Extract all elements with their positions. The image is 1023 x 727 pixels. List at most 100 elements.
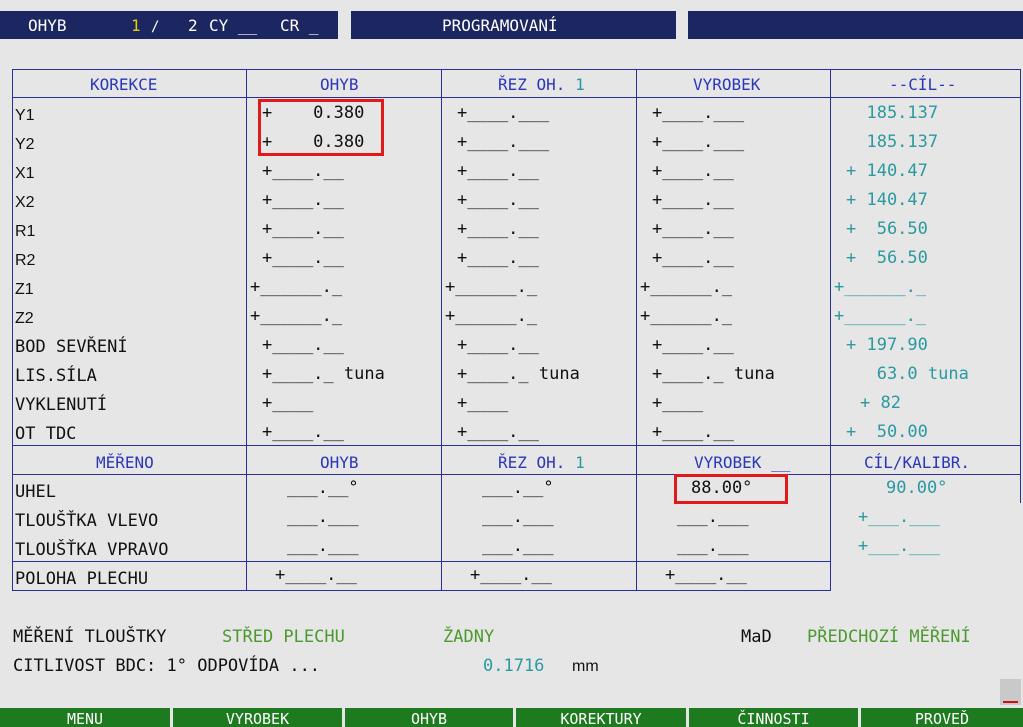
softkey-menu[interactable]: MENU [0,708,170,727]
header-ohyb: OHYB [320,75,359,94]
rez-lis-field[interactable]: +____._ tuna [457,364,580,384]
header-vyrobek: VYROBEK [693,75,761,94]
row-label-vyklenuti: VYKLENUTÍ [15,395,108,415]
grid-line [12,69,13,591]
cil-vyklenuti-value: + 82 [860,393,901,413]
header-mereno-rez: ŘEZ OH. 1 [498,453,585,472]
ohyb-z2-field[interactable]: +______._ [250,306,342,326]
status-bar: OHYB 1 / 2 CY __ CR _ [0,11,338,39]
mereno-vlevo-cil[interactable]: +___.___ [858,507,940,527]
row-label-z2: Z2 [15,310,34,327]
mereno-vpravo-rez[interactable]: ___.___ [482,536,554,556]
row-label-x1: X1 [15,165,35,182]
rez-ottdc-field[interactable]: +____.__ [457,422,539,442]
mereno-vlevo-ohyb[interactable]: ___.___ [287,507,359,527]
cil-z2-value[interactable]: +______._ [834,306,926,326]
ohyb-x1-field[interactable]: +____.__ [262,161,344,181]
grid-line [12,561,831,562]
grid-line [12,590,831,591]
ohyb-x2-field[interactable]: +____.__ [262,190,344,210]
cil-lis-text: 63.0 tuna [846,364,969,384]
row-label-bod-sevreni: BOD SEVŘENÍ [15,337,128,357]
grid-line [1020,69,1021,503]
rez-y2-field[interactable]: +____.___ [457,132,549,152]
rez-bod-field[interactable]: +____.__ [457,335,539,355]
row-label-tloustka-vlevo: TLOUŠŤKA VLEVO [15,511,159,531]
ohyb-z1-field[interactable]: +______._ [250,277,342,297]
zadny-option[interactable]: ŽADNY [443,627,494,647]
ohyb-vyklenuti-field[interactable]: +____ [262,393,313,413]
highlight-uhel-vyrobek [674,474,788,504]
cil-y2-value: 185.137 [846,132,939,152]
mereno-poloha-ohyb[interactable]: +____.__ [275,565,357,585]
cil-x2-value: + 140.47 [846,190,928,210]
mereno-poloha-vyrobek[interactable]: +____.__ [665,565,747,585]
grid-line [246,69,247,591]
rez-z1-field[interactable]: +______._ [445,277,537,297]
row-label-x2: X2 [15,194,35,211]
cil-lis-value: 63.0 tuna [846,364,969,384]
rez-z2-field[interactable]: +______._ [445,306,537,326]
citlivost-label: CITLIVOST BDC: 1° ODPOVÍDA ... [13,656,321,676]
vyrobek-lis-field[interactable]: +____._ tuna [652,364,775,384]
mereno-vlevo-vyrobek[interactable]: ___.___ [677,507,749,527]
mereno-vpravo-cil[interactable]: +___.___ [858,536,940,556]
softkey-korektury[interactable]: KOREKTURY [516,708,686,727]
rez-x2-field[interactable]: +____.__ [457,190,539,210]
header-mereno-vyrobek: VYROBEK __ [694,453,791,472]
grid-line [12,445,1021,446]
softkey-cinnosti[interactable]: ČINNOSTI [689,708,858,727]
softkey-proved[interactable]: PROVEĎ [861,708,1023,727]
row-label-y1: Y1 [15,107,35,124]
rez-y1-field[interactable]: +____.___ [457,103,549,123]
ohyb-lis-field[interactable]: +____._ tuna [262,364,385,384]
mad-label: MaD [741,627,772,647]
header-mereno-rez-label: ŘEZ OH. [498,453,566,472]
mereno-uhel-ohyb[interactable]: ___.__° [287,478,359,498]
mereno-vlevo-rez[interactable]: ___.___ [482,507,554,527]
mereni-tloustky-label: MĚŘENÍ TLOUŠTKY [13,627,167,647]
header-cil: --CÍL-- [889,75,957,94]
grid-line [12,474,1021,475]
vyrobek-vyklenuti-field[interactable]: +____ [652,393,703,413]
stred-plechu-option[interactable]: STŘED PLECHU [222,627,345,647]
ohyb-r2-field[interactable]: +____.__ [262,248,344,268]
mereno-uhel-rez[interactable]: ___.__° [482,478,554,498]
citlivost-value: 0.1716 [483,656,545,676]
header-mereno: MĚŘENO [96,453,154,472]
softkey-vyrobek[interactable]: VYROBEK [173,708,342,727]
mereno-uhel-cil: 90.00° [886,478,948,498]
vyrobek-x1-field[interactable]: +____.__ [652,161,734,181]
vyrobek-ottdc-field[interactable]: +____.__ [652,422,734,442]
mode-title: PROGRAMOVANÍ [442,16,558,35]
rez-vyklenuti-field[interactable]: +____ [457,393,508,413]
vyrobek-z1-field[interactable]: +______._ [640,277,732,297]
grid-line [12,97,1021,98]
rez-x1-field[interactable]: +____.__ [457,161,539,181]
vyrobek-z2-field[interactable]: +______._ [640,306,732,326]
ohyb-bod-field[interactable]: +____.__ [262,335,344,355]
rez-r2-field[interactable]: +____.__ [457,248,539,268]
cil-z1-value[interactable]: +______._ [834,277,926,297]
mereno-vpravo-vyrobek[interactable]: ___.___ [677,536,749,556]
ohyb-label: OHYB [28,16,67,35]
vyrobek-r1-field[interactable]: +____.__ [652,219,734,239]
grid-line [636,69,637,591]
vyrobek-y1-field[interactable]: +____.___ [652,103,744,123]
grid-line [441,69,442,591]
ohyb-ottdc-field[interactable]: +____.__ [262,422,344,442]
ohyb-r1-field[interactable]: +____.__ [262,219,344,239]
vyrobek-r2-field[interactable]: +____.__ [652,248,734,268]
header-rez-num: 1 [575,75,585,94]
vyrobek-x2-field[interactable]: +____.__ [652,190,734,210]
rez-r1-field[interactable]: +____.__ [457,219,539,239]
header-rez-oh: ŘEZ OH. 1 [498,75,585,94]
vyrobek-y2-field[interactable]: +____.___ [652,132,744,152]
citlivost-unit: mm [572,658,599,675]
mereno-vpravo-ohyb[interactable]: ___.___ [287,536,359,556]
row-label-poloha-plechu: POLOHA PLECHU [15,569,149,589]
vyrobek-bod-field[interactable]: +____.__ [652,335,734,355]
predchozi-mereni-option[interactable]: PŘEDCHOZÍ MĚŘENÍ [807,627,971,647]
softkey-ohyb[interactable]: OHYB [345,708,513,727]
mereno-poloha-rez[interactable]: +____.__ [470,565,552,585]
